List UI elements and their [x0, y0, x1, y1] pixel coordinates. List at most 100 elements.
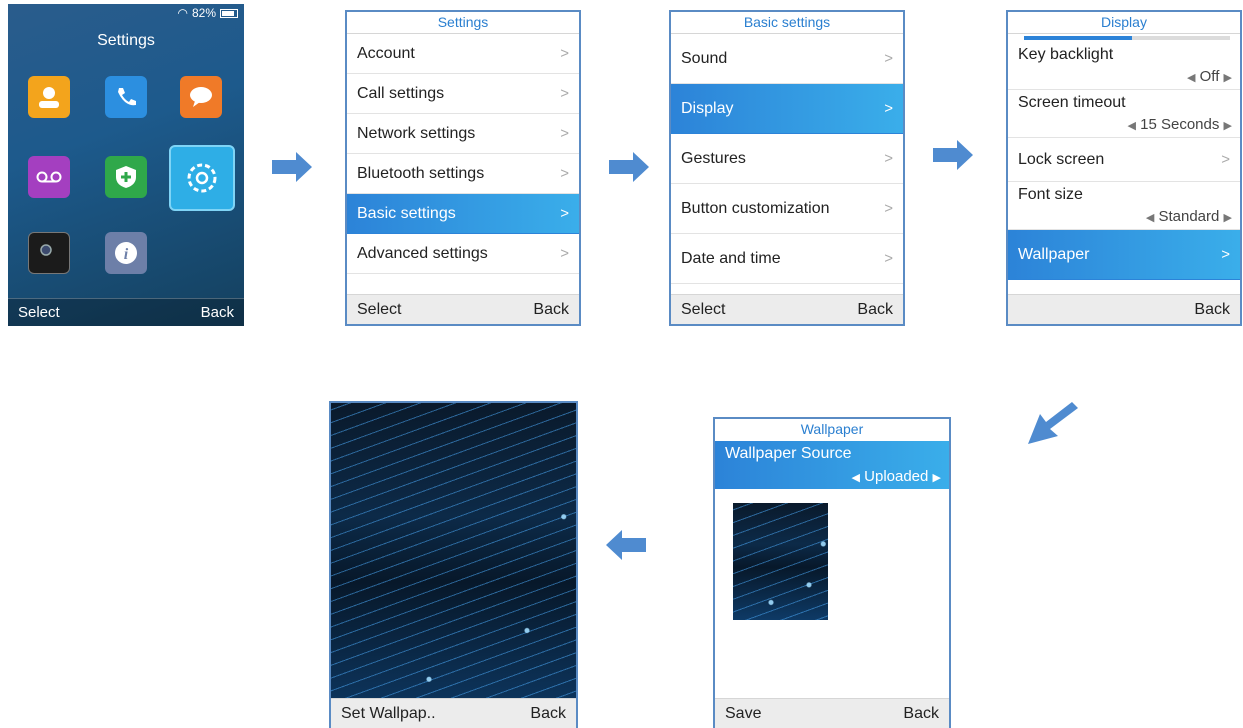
- security-icon[interactable]: [105, 156, 147, 198]
- contacts-icon[interactable]: [28, 76, 70, 118]
- camera-icon[interactable]: [28, 232, 70, 274]
- back-softkey[interactable]: Back: [1194, 301, 1230, 319]
- wallpaper-thumbnail[interactable]: [733, 503, 828, 620]
- back-softkey[interactable]: Back: [201, 304, 234, 321]
- calls-icon[interactable]: [105, 76, 147, 118]
- back-softkey[interactable]: Back: [533, 301, 569, 319]
- settings-screen: Settings Account > Call settings > Network…: [345, 10, 581, 326]
- value-text: Uploaded: [864, 468, 929, 485]
- menu-item-label: Button customization: [681, 200, 830, 217]
- wallpaper-screen: Wallpaper Wallpaper Source ◀ Uploaded ▶ …: [713, 417, 951, 728]
- info-icon[interactable]: i: [105, 232, 147, 274]
- menu-item-label: Sound: [681, 50, 728, 67]
- home-title: Settings: [97, 32, 155, 49]
- battery-icon: [220, 8, 238, 18]
- menu-item-gestures[interactable]: Gestures >: [671, 134, 903, 184]
- menu-item-account[interactable]: Account >: [347, 34, 579, 74]
- select-softkey[interactable]: Select: [681, 301, 725, 319]
- menu-item-date-and-time[interactable]: Date and time >: [671, 234, 903, 284]
- right-arrow-icon[interactable]: ▶: [1224, 120, 1232, 132]
- value-text: 15 Seconds: [1140, 116, 1220, 133]
- wifi-icon: ◠: [177, 6, 188, 20]
- menu-item-call-settings[interactable]: Call settings >: [347, 74, 579, 114]
- wallpaper-setting[interactable]: Wallpaper >: [1008, 230, 1240, 280]
- home-softkeys: Select Back: [8, 298, 244, 326]
- setting-label: Screen timeout: [1018, 94, 1126, 111]
- setting-label: Lock screen: [1018, 151, 1105, 168]
- screen-timeout-setting[interactable]: Screen timeout ◀ 15 Seconds ▶: [1008, 90, 1240, 138]
- flow-arrow-icon: [1028, 402, 1078, 444]
- left-arrow-icon[interactable]: ◀: [1187, 72, 1195, 84]
- chevron-right-icon: >: [884, 200, 893, 217]
- right-arrow-icon[interactable]: ▶: [1224, 72, 1232, 84]
- basic-settings-softkeys: Select Back: [671, 294, 903, 324]
- scroll-indicator: [1008, 34, 1240, 42]
- menu-item-network-settings[interactable]: Network settings >: [347, 114, 579, 154]
- settings-title: Settings: [347, 12, 579, 34]
- settings-softkeys: Select Back: [347, 294, 579, 324]
- menu-item-button-customization[interactable]: Button customization >: [671, 184, 903, 234]
- menu-item-bluetooth-settings[interactable]: Bluetooth settings >: [347, 154, 579, 194]
- svg-text:i: i: [124, 246, 129, 263]
- menu-item-label: Gestures: [681, 150, 746, 167]
- display-title: Display: [1008, 12, 1240, 34]
- setting-value: ◀ Off ▶: [1187, 68, 1232, 85]
- back-softkey[interactable]: Back: [530, 705, 566, 723]
- basic-settings-title: Basic settings: [671, 12, 903, 34]
- chevron-right-icon: >: [1221, 246, 1230, 263]
- left-arrow-icon[interactable]: ◀: [852, 472, 860, 484]
- select-softkey[interactable]: Select: [18, 304, 60, 321]
- back-softkey[interactable]: Back: [903, 705, 939, 723]
- select-softkey[interactable]: Select: [357, 301, 401, 319]
- chevron-right-icon: >: [560, 85, 569, 102]
- menu-item-label: Date and time: [681, 250, 781, 267]
- display-softkeys: Back: [1008, 294, 1240, 324]
- lock-screen-setting[interactable]: Lock screen >: [1008, 138, 1240, 182]
- right-arrow-icon[interactable]: ▶: [1224, 212, 1232, 224]
- menu-item-sound[interactable]: Sound >: [671, 34, 903, 84]
- key-backlight-setting[interactable]: Key backlight ◀ Off ▶: [1008, 42, 1240, 90]
- setting-value: ◀ Standard ▶: [1146, 208, 1232, 225]
- voicemail-icon[interactable]: [28, 156, 70, 198]
- wallpaper-preview-screen: Set Wallpap.. Back: [329, 401, 578, 728]
- menu-item-label: Bluetooth settings: [357, 165, 485, 182]
- flow-arrow-icon: [609, 152, 649, 182]
- right-arrow-icon[interactable]: ▶: [933, 472, 941, 484]
- value-text: Standard: [1158, 208, 1220, 225]
- chevron-right-icon: >: [560, 45, 569, 62]
- set-wallpaper-softkey[interactable]: Set Wallpap..: [341, 705, 436, 723]
- menu-item-label: Advanced settings: [357, 245, 488, 262]
- save-softkey[interactable]: Save: [725, 705, 761, 723]
- workflow-diagram: ◠ 82% Settings i Select Back Settings Ac…: [0, 0, 1243, 728]
- font-size-setting[interactable]: Font size ◀ Standard ▶: [1008, 182, 1240, 230]
- value-text: Off: [1199, 68, 1220, 85]
- menu-item-label: Account: [357, 45, 415, 62]
- messages-icon[interactable]: [180, 76, 222, 118]
- menu-item-advanced-settings[interactable]: Advanced settings >: [347, 234, 579, 274]
- flow-arrow-icon: [606, 530, 646, 560]
- back-softkey[interactable]: Back: [857, 301, 893, 319]
- status-bar: ◠ 82%: [177, 6, 238, 20]
- chevron-right-icon: >: [1221, 151, 1230, 168]
- flow-arrow-icon: [272, 152, 312, 182]
- setting-value: ◀ Uploaded ▶: [852, 468, 942, 485]
- setting-label: Wallpaper: [1018, 246, 1090, 263]
- left-arrow-icon[interactable]: ◀: [1127, 120, 1135, 132]
- wallpaper-source-setting[interactable]: Wallpaper Source ◀ Uploaded ▶: [715, 441, 949, 489]
- chevron-right-icon: >: [884, 150, 893, 167]
- basic-settings-screen: Basic settings Sound > Display > Gestures >…: [669, 10, 905, 326]
- scroll-progress-fill: [1024, 36, 1132, 40]
- setting-label: Key backlight: [1018, 46, 1114, 63]
- chevron-right-icon: >: [560, 165, 569, 182]
- wallpaper-title: Wallpaper: [800, 421, 864, 437]
- chevron-right-icon: >: [560, 245, 569, 262]
- menu-item-basic-settings[interactable]: Basic settings >: [347, 194, 579, 234]
- left-arrow-icon[interactable]: ◀: [1146, 212, 1154, 224]
- display-screen: Display Key backlight ◀ Off ▶ Screen tim…: [1006, 10, 1242, 326]
- settings-gear-icon[interactable]: [169, 145, 235, 211]
- menu-item-label: Call settings: [357, 85, 445, 102]
- flow-arrow-icon: [933, 140, 973, 170]
- chevron-right-icon: >: [884, 250, 893, 267]
- chevron-right-icon: >: [884, 50, 893, 67]
- menu-item-display[interactable]: Display >: [671, 84, 903, 134]
